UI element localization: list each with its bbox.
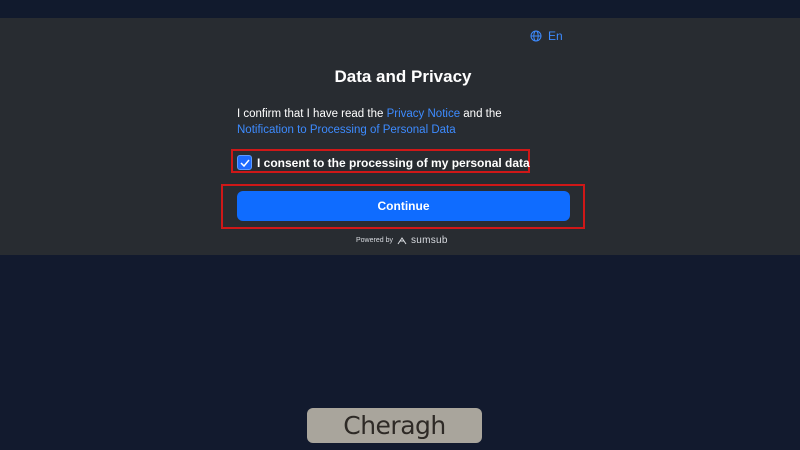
top-strip bbox=[0, 0, 800, 18]
powered-by-brand: sumsub bbox=[410, 235, 448, 246]
continue-button[interactable]: Continue bbox=[237, 191, 570, 221]
globe-icon bbox=[530, 30, 542, 42]
consent-label[interactable]: I consent to the processing of my person… bbox=[257, 156, 530, 170]
checkmark-icon bbox=[239, 159, 250, 167]
language-label: En bbox=[548, 29, 563, 43]
powered-by-prefix: Powered by bbox=[356, 237, 393, 244]
language-selector[interactable]: En bbox=[530, 29, 563, 43]
consent-checkbox[interactable] bbox=[237, 155, 252, 170]
sumsub-logo-icon bbox=[397, 236, 407, 244]
watermark-logo: Cheragh bbox=[307, 408, 482, 443]
notification-link[interactable]: Notification to Processing of Personal D… bbox=[237, 124, 456, 136]
confirm-text: I confirm that I have read the Privacy N… bbox=[237, 106, 537, 138]
watermark-text: Cheragh bbox=[343, 411, 446, 440]
powered-by: Powered by sumsub bbox=[356, 235, 448, 246]
confirm-prefix: I confirm that I have read the bbox=[237, 108, 387, 120]
page-title: Data and Privacy bbox=[334, 67, 472, 86]
privacy-notice-link[interactable]: Privacy Notice bbox=[387, 108, 461, 120]
confirm-middle: and the bbox=[460, 108, 502, 120]
